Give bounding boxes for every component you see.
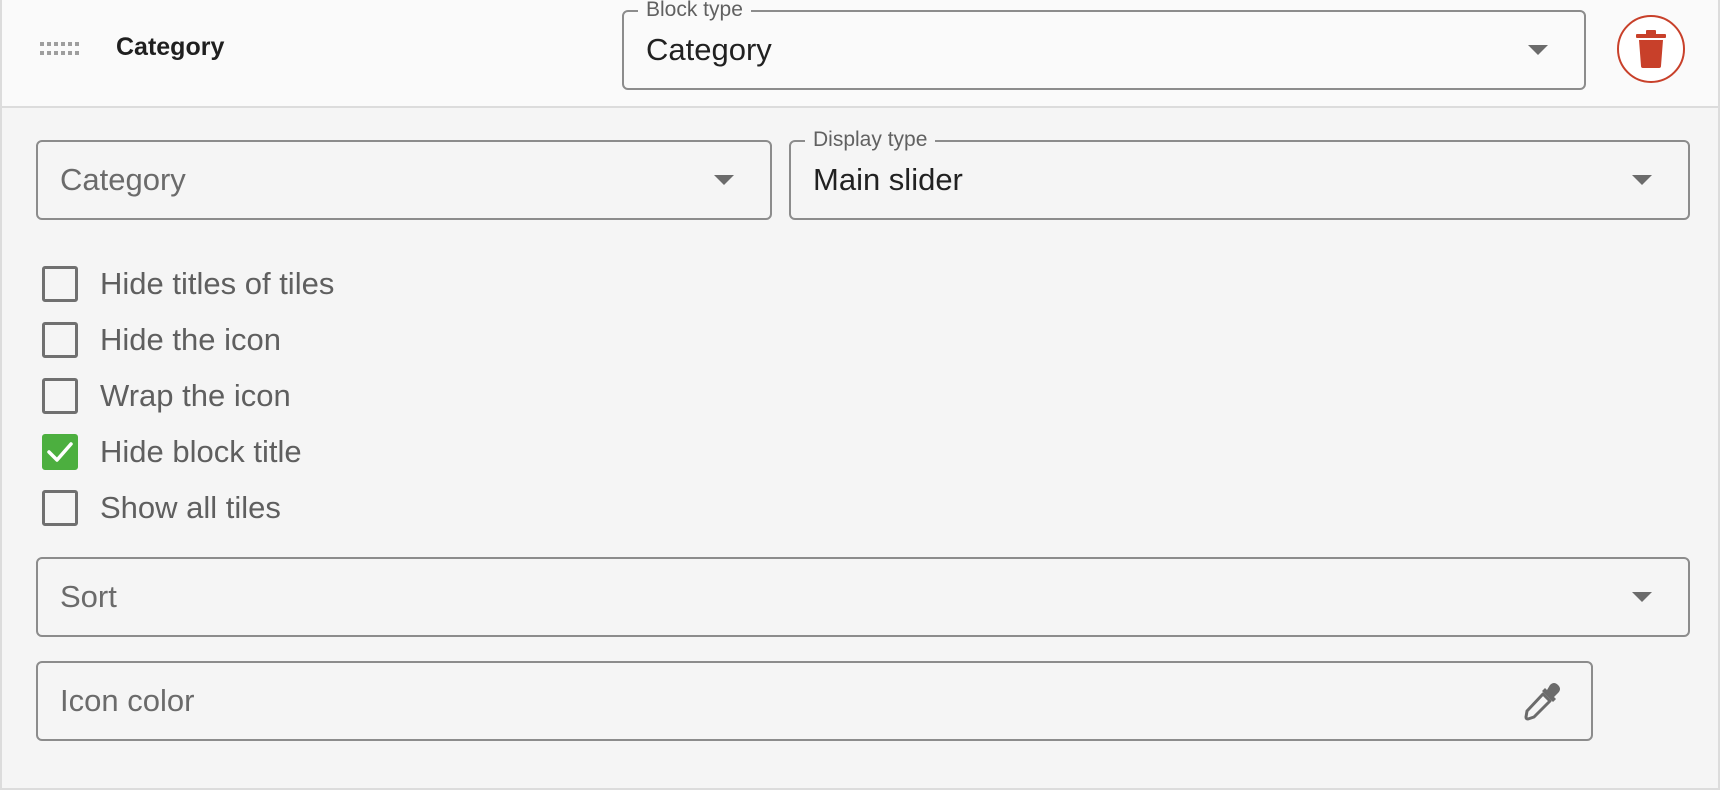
checkbox-hide-block-title[interactable]: Hide block title [42,434,302,470]
block-header: Category Block type Category [2,0,1718,108]
chevron-down-icon [1632,592,1652,602]
checkbox-wrap-the-icon[interactable]: Wrap the icon [42,378,291,414]
checkbox[interactable] [42,322,78,358]
category-select[interactable]: Category [36,140,772,220]
category-placeholder: Category [60,162,186,197]
chevron-down-icon [1528,45,1548,55]
icon-color-placeholder: Icon color [60,683,195,718]
chevron-down-icon [1632,175,1652,185]
checkbox-show-all-tiles[interactable]: Show all tiles [42,490,281,526]
checkbox-label: Hide block title [100,434,302,469]
delete-block-button[interactable] [1617,15,1685,83]
checkbox[interactable] [42,266,78,302]
checkbox-hide-the-icon[interactable]: Hide the icon [42,322,281,358]
eyedropper-icon[interactable] [1523,681,1563,721]
checkbox-label: Wrap the icon [100,378,291,413]
drag-handle-icon[interactable] [40,42,80,56]
checkbox[interactable] [42,490,78,526]
checkmark-icon [47,442,73,462]
display-type-value: Main slider [813,162,963,197]
block-type-select[interactable]: Block type Category [622,0,1586,90]
checkbox-checked[interactable] [42,434,78,470]
sort-placeholder: Sort [60,579,117,614]
checkbox-label: Show all tiles [100,490,281,525]
checkbox-label: Hide the icon [100,322,281,357]
block-type-label: Block type [638,0,751,22]
checkbox-hide-titles-of-tiles[interactable]: Hide titles of tiles [42,266,334,302]
chevron-down-icon [714,175,734,185]
checkbox-label: Hide titles of tiles [100,266,335,301]
category-block-panel: Category Block type Category Category Di… [0,0,1720,790]
display-type-select[interactable]: Display type Main slider [789,128,1690,220]
block-body: Category Display type Main slider Hide t… [2,108,1718,788]
block-title: Category [116,33,225,61]
sort-select[interactable]: Sort [36,557,1690,637]
trash-icon [1636,30,1666,68]
icon-color-input[interactable]: Icon color [36,661,1593,741]
display-type-label: Display type [805,128,936,152]
checkbox[interactable] [42,378,78,414]
block-type-value: Category [646,32,772,67]
